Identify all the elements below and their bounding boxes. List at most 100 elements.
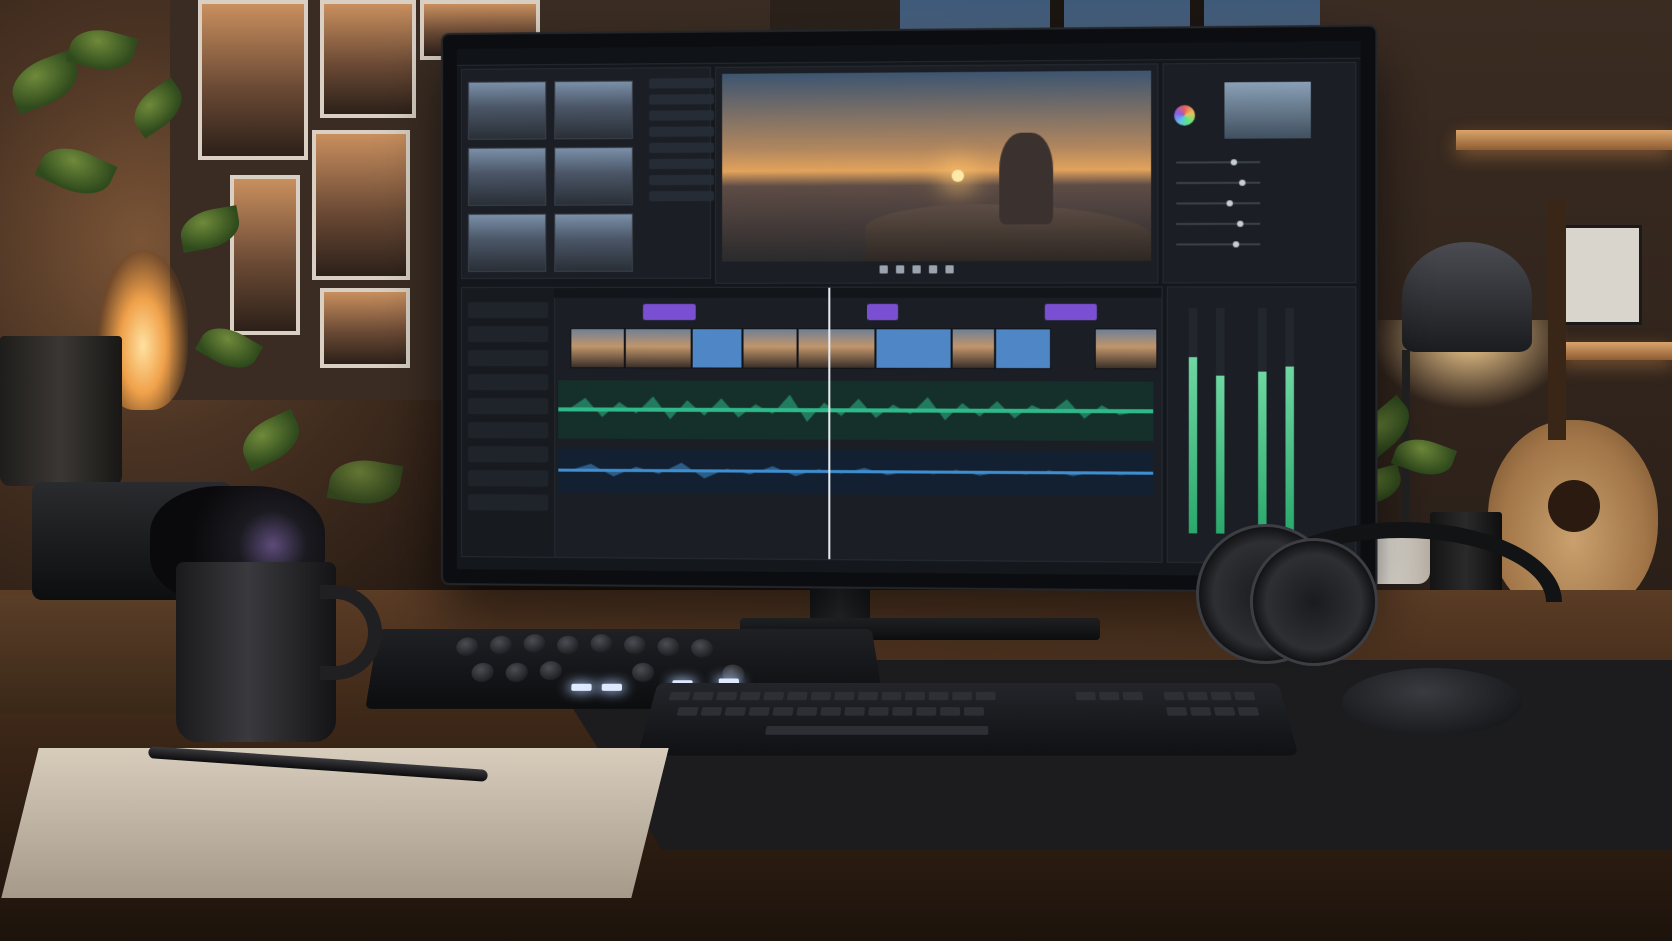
keyboard-key[interactable]: [796, 707, 818, 716]
timeline-marker[interactable]: [643, 303, 696, 321]
color-wheel-icon[interactable]: [1174, 105, 1196, 126]
timeline-ruler[interactable]: [554, 287, 1162, 298]
video-clip[interactable]: [797, 328, 876, 369]
control-knob[interactable]: [657, 637, 680, 656]
track-header[interactable]: [467, 301, 549, 319]
track-header[interactable]: [467, 326, 549, 343]
media-thumbnail[interactable]: [554, 213, 633, 272]
adjustment-slider[interactable]: [1176, 243, 1261, 246]
loop-icon[interactable]: [945, 265, 954, 274]
video-preview[interactable]: [722, 70, 1152, 262]
control-knob[interactable]: [556, 635, 579, 655]
video-clip[interactable]: [742, 328, 798, 369]
video-clip[interactable]: [570, 328, 625, 369]
play-icon[interactable]: [879, 265, 888, 274]
pause-icon[interactable]: [896, 265, 905, 274]
adjustment-slider[interactable]: [1176, 222, 1261, 226]
keyboard-key[interactable]: [700, 707, 723, 716]
keyboard-key[interactable]: [1210, 691, 1232, 701]
media-thumbnail[interactable]: [467, 81, 547, 140]
effects-list-item[interactable]: [649, 158, 715, 170]
adjustment-slider[interactable]: [1176, 161, 1261, 164]
keyboard-key[interactable]: [916, 707, 937, 716]
keyboard-key[interactable]: [786, 691, 808, 701]
spacebar-key[interactable]: [765, 725, 989, 735]
effects-list-item[interactable]: [649, 174, 715, 186]
keyboard-key[interactable]: [1233, 691, 1256, 701]
control-knob[interactable]: [470, 662, 495, 682]
keyboard-key[interactable]: [1189, 707, 1212, 716]
slider-handle[interactable]: [1226, 200, 1233, 207]
track-header[interactable]: [467, 422, 549, 439]
keyboard-key[interactable]: [868, 707, 889, 716]
keyboard-key[interactable]: [940, 707, 961, 716]
track-header[interactable]: [467, 398, 549, 415]
audio-track-2[interactable]: [558, 448, 1154, 497]
track-header[interactable]: [467, 494, 549, 511]
timeline-marker[interactable]: [1044, 303, 1097, 321]
computer-mouse[interactable]: [1342, 668, 1522, 736]
keyboard-key[interactable]: [834, 691, 855, 701]
keyboard-key[interactable]: [668, 691, 691, 701]
effects-list-item[interactable]: [649, 77, 715, 89]
keyboard-key[interactable]: [1237, 707, 1260, 716]
effects-list-item[interactable]: [649, 190, 715, 202]
track-header[interactable]: [467, 446, 549, 463]
slider-handle[interactable]: [1230, 159, 1238, 166]
step-forward-icon[interactable]: [928, 265, 938, 274]
effects-list-item[interactable]: [649, 94, 715, 105]
keyboard-key[interactable]: [692, 691, 714, 701]
keyboard-key[interactable]: [1163, 691, 1185, 701]
effects-list-item[interactable]: [649, 142, 715, 153]
slider-handle[interactable]: [1232, 241, 1240, 248]
keyboard-key[interactable]: [904, 691, 926, 701]
effects-list-item[interactable]: [649, 110, 715, 121]
video-clip[interactable]: [875, 328, 952, 369]
backlit-pad[interactable]: [571, 683, 592, 691]
video-clip[interactable]: [1094, 328, 1158, 370]
keyboard-key[interactable]: [772, 707, 794, 716]
stop-icon[interactable]: [912, 265, 921, 274]
keyboard-key[interactable]: [748, 707, 770, 716]
control-knob[interactable]: [624, 635, 646, 655]
video-clip[interactable]: [951, 328, 996, 370]
control-knob[interactable]: [489, 635, 513, 655]
keyboard-key[interactable]: [715, 691, 738, 701]
media-thumbnail[interactable]: [467, 213, 547, 272]
keyboard-key[interactable]: [1122, 691, 1144, 701]
keyboard-key[interactable]: [1166, 707, 1188, 716]
control-knob[interactable]: [690, 639, 714, 658]
keyboard-key[interactable]: [1186, 691, 1209, 701]
keyboard-key[interactable]: [881, 691, 902, 701]
keyboard-key[interactable]: [844, 707, 865, 716]
keyboard-key[interactable]: [964, 707, 984, 716]
media-thumbnail[interactable]: [554, 146, 633, 206]
slider-handle[interactable]: [1239, 179, 1246, 186]
keyboard-key[interactable]: [739, 691, 761, 701]
keyboard-key[interactable]: [810, 691, 832, 701]
keyboard-key[interactable]: [975, 691, 996, 701]
keyboard-key[interactable]: [676, 707, 699, 716]
video-clip[interactable]: [995, 328, 1052, 370]
timeline-marker[interactable]: [867, 303, 899, 321]
control-knob[interactable]: [539, 661, 563, 681]
keyboard-key[interactable]: [1075, 691, 1096, 701]
media-thumbnail[interactable]: [467, 147, 547, 206]
track-header[interactable]: [467, 374, 549, 391]
video-clip[interactable]: [624, 328, 692, 369]
keyboard-key[interactable]: [724, 707, 747, 716]
adjustment-slider[interactable]: [1176, 202, 1261, 205]
control-knob[interactable]: [523, 634, 546, 653]
keyboard-key[interactable]: [1098, 691, 1120, 701]
control-knob[interactable]: [590, 634, 613, 653]
slider-handle[interactable]: [1237, 220, 1244, 227]
media-thumbnail[interactable]: [554, 80, 633, 140]
keyboard-key[interactable]: [763, 691, 785, 701]
video-clip[interactable]: [691, 328, 743, 369]
track-header[interactable]: [467, 470, 549, 487]
keyboard-key[interactable]: [928, 691, 949, 701]
keyboard[interactable]: [637, 682, 1299, 756]
keyboard-key[interactable]: [892, 707, 913, 716]
keyboard-key[interactable]: [1213, 707, 1236, 716]
backlit-pad[interactable]: [601, 683, 622, 691]
